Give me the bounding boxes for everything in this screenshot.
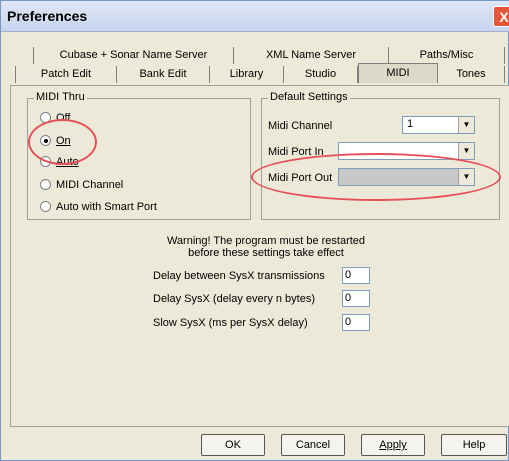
window-title: Preferences bbox=[7, 8, 88, 24]
tab-midi[interactable]: MIDI bbox=[358, 63, 438, 83]
warning-line-2: before these settings take effect bbox=[188, 247, 344, 259]
midi-channel-select[interactable]: 1 ▼ bbox=[402, 116, 475, 134]
ok-button[interactable]: OK bbox=[201, 434, 265, 456]
slow-sysx-label: Slow SysX (ms per SysX delay) bbox=[153, 317, 308, 329]
radio-midi-channel-indicator bbox=[40, 179, 51, 190]
tab-library[interactable]: Library bbox=[210, 66, 284, 83]
tab-xml-name-server[interactable]: XML Name Server bbox=[234, 47, 389, 64]
default-settings-group: Default Settings Midi Channel 1 ▼ Midi P… bbox=[261, 91, 500, 220]
warning-line-1: Warning! The program must be restarted bbox=[166, 235, 366, 247]
midi-thru-group: MIDI Thru Off On Auto MIDI Channel Auto … bbox=[27, 91, 251, 220]
tab-row-back: Cubase + Sonar Name Server XML Name Serv… bbox=[11, 47, 505, 64]
default-settings-label: Default Settings bbox=[268, 91, 350, 103]
tab-tones[interactable]: Tones bbox=[438, 66, 505, 83]
tab-studio[interactable]: Studio bbox=[284, 66, 358, 83]
help-button[interactable]: Help bbox=[441, 434, 507, 456]
radio-on-indicator bbox=[40, 135, 51, 146]
radio-on-label: On bbox=[56, 135, 71, 147]
midi-channel-label: Midi Channel bbox=[268, 120, 333, 132]
title-bar[interactable]: Preferences X bbox=[1, 1, 509, 32]
radio-midi-channel-label: MIDI Channel bbox=[56, 179, 124, 191]
tab-paths-misc[interactable]: Paths/Misc bbox=[389, 47, 505, 64]
tab-cubase-sonar-name-server[interactable]: Cubase + Sonar Name Server bbox=[33, 47, 234, 64]
delay-every-input[interactable]: 0 bbox=[342, 290, 370, 307]
radio-auto-indicator bbox=[40, 156, 51, 167]
midi-port-in-label: Midi Port In bbox=[268, 146, 324, 158]
preferences-window: Preferences X Cubase + Sonar Name Server… bbox=[0, 0, 509, 461]
chevron-down-icon[interactable]: ▼ bbox=[458, 117, 474, 133]
delay-every-label: Delay SysX (delay every n bytes) bbox=[153, 293, 316, 305]
tab-row-front: Patch Edit Bank Edit Library Studio MIDI… bbox=[11, 63, 505, 83]
radio-auto-label: Auto bbox=[56, 156, 79, 168]
midi-channel-value: 1 bbox=[407, 118, 414, 130]
radio-auto-smart-port-indicator bbox=[40, 201, 51, 212]
midi-port-out-select[interactable]: ▼ bbox=[338, 168, 475, 186]
cancel-button[interactable]: Cancel bbox=[281, 434, 345, 456]
delay-sysx-label: Delay between SysX transmissions bbox=[153, 270, 325, 282]
tab-bank-edit[interactable]: Bank Edit bbox=[117, 66, 210, 83]
chevron-down-icon[interactable]: ▼ bbox=[458, 143, 474, 159]
restart-warning: Warning! The program must be restarted b… bbox=[151, 235, 381, 259]
radio-auto-smart-port-label: Auto with Smart Port bbox=[56, 201, 157, 213]
delay-sysx-input[interactable]: 0 bbox=[342, 267, 370, 284]
chevron-down-icon[interactable]: ▼ bbox=[458, 169, 474, 185]
tab-patch-edit[interactable]: Patch Edit bbox=[15, 66, 117, 83]
apply-button[interactable]: Apply bbox=[361, 434, 425, 456]
radio-off-indicator bbox=[40, 112, 51, 123]
radio-off-label: Off bbox=[56, 112, 71, 124]
slow-sysx-input[interactable]: 0 bbox=[342, 314, 370, 331]
close-button[interactable]: X bbox=[493, 6, 509, 27]
midi-port-out-label: Midi Port Out bbox=[268, 172, 333, 184]
midi-port-in-select[interactable]: ▼ bbox=[338, 142, 475, 160]
midi-thru-label: MIDI Thru bbox=[34, 91, 87, 103]
